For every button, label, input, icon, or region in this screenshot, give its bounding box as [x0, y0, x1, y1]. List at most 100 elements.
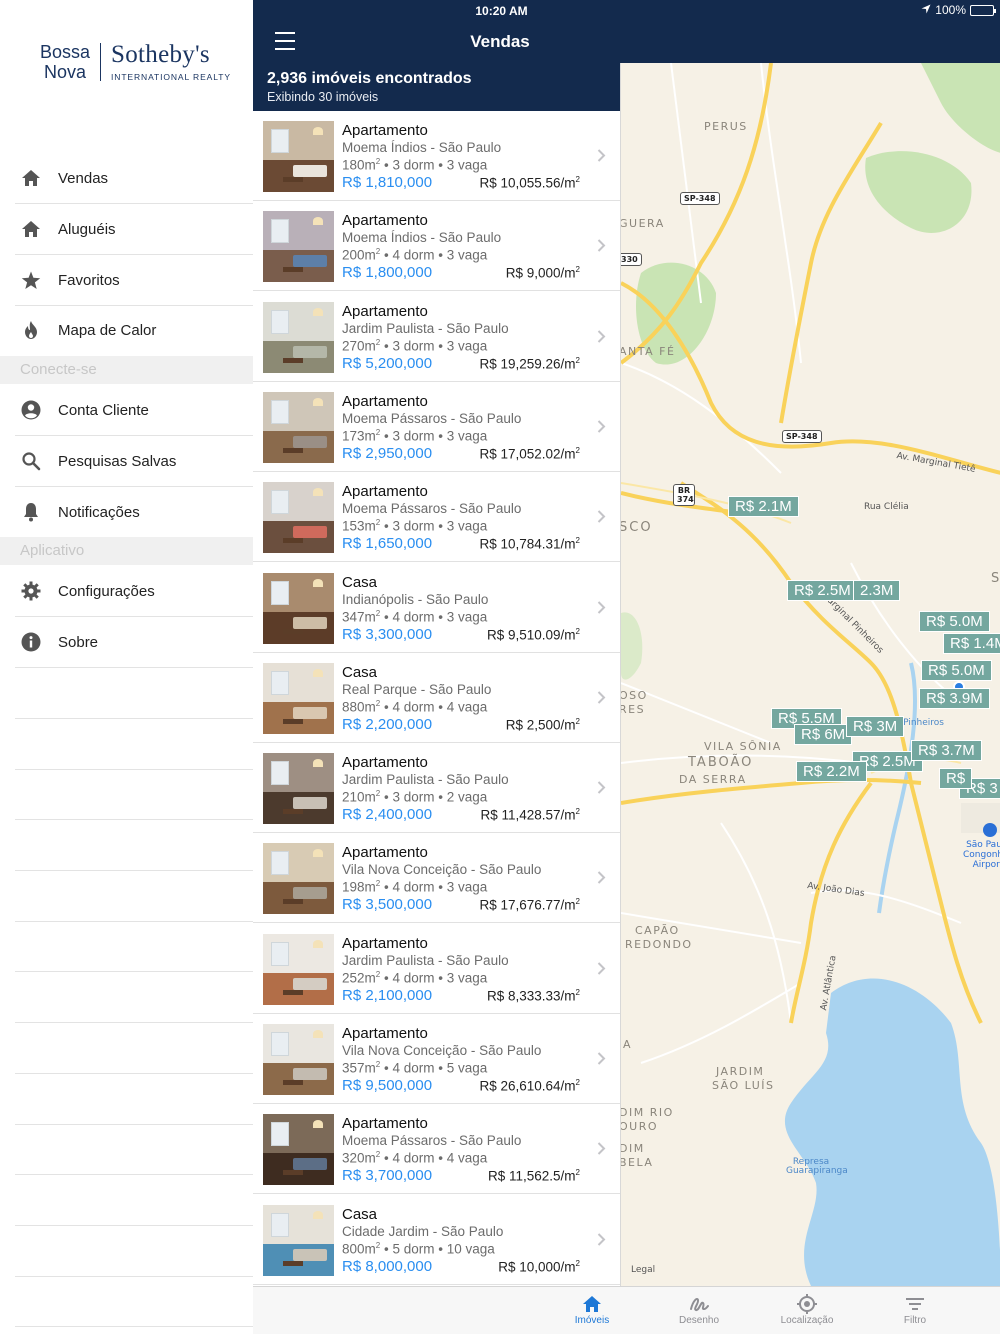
listing-row[interactable]: Apartamento Jardim Paulista - São Paulo 21…: [253, 743, 620, 834]
tab-imoveis[interactable]: Imóveis: [552, 1287, 632, 1334]
listing-photo: [263, 572, 334, 644]
listing-row[interactable]: Apartamento Moema Pássaros - São Paulo 320…: [253, 1104, 620, 1195]
map-price-pin[interactable]: R$ 3.7M: [911, 740, 982, 761]
hamburger-menu-icon[interactable]: [275, 32, 295, 50]
listing-area: 270m: [342, 338, 376, 354]
results-count: 2,936 imóveis encontrados: [267, 70, 472, 87]
listing-area: 200m: [342, 247, 376, 263]
listing-price-per-m2-value: R$ 10,055.56/m: [479, 175, 576, 191]
divider: [15, 971, 253, 972]
listing-area: 252m: [342, 970, 376, 986]
sidebar-item-favoritos[interactable]: Favoritos: [0, 255, 253, 305]
tab-filtro[interactable]: Filtro: [875, 1287, 955, 1334]
map-legal-link[interactable]: Legal: [631, 1265, 655, 1275]
listing-price-per-m2: R$ 8,333.33/m2: [486, 987, 580, 1004]
map-price-pin[interactable]: R$ 6M: [794, 724, 853, 745]
listing-row[interactable]: Apartamento Jardim Paulista - São Paulo 27…: [253, 292, 620, 382]
listing-specs: 173m2 • 3 dorm • 3 vaga: [342, 427, 488, 444]
highway-shield: 330: [621, 253, 642, 266]
listing-price-per-m2: R$ 26,610.64/m2: [479, 1078, 580, 1094]
listing-parking: 3 vaga: [446, 970, 488, 986]
listing-parking: 3 vaga: [446, 609, 488, 624]
map-price-pin[interactable]: R$ 3.9M: [919, 688, 990, 709]
map-price-pin[interactable]: R$: [939, 768, 973, 789]
listing-row[interactable]: Apartamento Jardim Paulista - São Paulo 25…: [253, 924, 620, 1014]
map-price-pin[interactable]: R$ 5.0M: [921, 660, 992, 681]
listing-price: R$ 1,810,000: [342, 174, 433, 191]
sidebar-item-vendas[interactable]: Vendas: [0, 153, 253, 203]
sidebar-item-alugueis[interactable]: Aluguéis: [0, 204, 253, 254]
map-view[interactable]: PERUS GUERA ANTA FÉ SCO OSO RES VILA SÔN…: [620, 63, 1000, 1286]
listing-specs: 180m2 • 3 dorm • 3 vaga: [342, 157, 488, 173]
listing-list[interactable]: Apartamento Moema Índios - São Paulo 180m2…: [253, 111, 620, 1286]
listing-photo: [263, 211, 334, 283]
listing-row[interactable]: Apartamento Moema Pássaros - São Paulo 153…: [253, 472, 620, 563]
listing-price-per-m2-value: R$ 9,000/m: [505, 265, 576, 281]
sidebar-item-conta-cliente[interactable]: Conta Cliente: [0, 385, 253, 435]
tab-localizacao[interactable]: Localização: [767, 1287, 847, 1334]
listing-row[interactable]: Casa Real Parque - São Paulo 880m2 • 4 dor…: [253, 653, 620, 743]
brand-name: Sotheby's: [111, 41, 210, 68]
chevron-right-icon: [597, 1142, 606, 1156]
map-price-pin[interactable]: R$ 5.0M: [919, 611, 990, 632]
listing-price-per-m2: R$ 17,676.77/m2: [479, 897, 580, 913]
tab-desenho[interactable]: Desenho: [659, 1287, 739, 1334]
listing-area: 320m: [342, 1150, 376, 1166]
listing-row[interactable]: Casa Indianópolis - São Paulo 347m2 • 4 do…: [253, 563, 620, 653]
listing-price-per-m2: R$ 19,259.26/m2: [479, 355, 580, 372]
map-area-label: TABOÃO: [688, 755, 754, 770]
listing-photo: [263, 933, 334, 1005]
listing-parking: 2 vaga: [446, 789, 488, 805]
listing-price-per-m2-value: R$ 19,259.26/m: [479, 356, 576, 372]
listing-price: R$ 3,500,000: [342, 896, 433, 914]
listing-specs: 800m2 • 5 dorm • 10 vaga: [342, 1240, 495, 1257]
map-road-label: Rua Clélia: [864, 502, 909, 512]
map-price-pin[interactable]: 2.3M: [853, 580, 901, 601]
bell-icon: [20, 501, 42, 523]
divider: [15, 870, 253, 871]
listing-price-per-m2-value: R$ 8,333.33/m: [486, 988, 576, 1004]
listing-price: R$ 3,300,000: [342, 625, 433, 643]
listing-row[interactable]: Casa Cidade Jardim - São Paulo 800m2 • 5 d…: [253, 1195, 620, 1285]
map-area-label: S: [991, 571, 1000, 586]
section-header-app: Aplicativo: [0, 537, 253, 565]
listing-type: Apartamento: [342, 483, 428, 501]
listing-price-per-m2-value: R$ 2,500/m: [505, 717, 576, 733]
listing-area: 173m: [342, 428, 376, 444]
listing-row[interactable]: Apartamento Moema Índios - São Paulo 200m2…: [253, 201, 620, 292]
listing-row[interactable]: Apartamento Vila Nova Conceição - São Pau…: [253, 1014, 620, 1104]
listing-row[interactable]: Apartamento Moema Índios - São Paulo 180m2…: [253, 111, 620, 201]
status-time: 10:20 AM: [475, 4, 528, 18]
listing-location: Jardim Paulista - São Paulo: [342, 952, 509, 968]
map-price-pin[interactable]: R$ 2.2M: [796, 761, 867, 782]
listing-price-per-m2-value: R$ 11,562.5/m: [487, 1168, 576, 1184]
highway-shield: BR 374: [673, 484, 695, 506]
listing-beds: 3 dorm: [392, 157, 435, 173]
chevron-right-icon: [597, 239, 606, 253]
listing-beds: 4 dorm: [392, 1060, 435, 1076]
sidebar-item-pesquisas-salvas[interactable]: Pesquisas Salvas: [0, 436, 253, 486]
listing-row[interactable]: Apartamento Vila Nova Conceição - São Pau…: [253, 833, 620, 924]
listing-beds: 3 dorm: [392, 428, 435, 444]
sidebar-item-configuracoes[interactable]: Configurações: [0, 566, 253, 616]
listing-parking: 3 vaga: [446, 879, 488, 895]
sidebar-item-notificacoes[interactable]: Notificações: [0, 487, 253, 537]
sidebar-item-label: Notificações: [58, 503, 140, 521]
map-price-pin[interactable]: R$ 3M: [846, 716, 905, 737]
listing-location: Indianópolis - São Paulo: [342, 591, 489, 607]
map-price-pin[interactable]: R$ 2.1M: [728, 496, 799, 517]
sidebar-item-sobre[interactable]: Sobre: [0, 617, 253, 667]
map-price-pin[interactable]: R$ 1.4M: [943, 633, 1000, 654]
listing-specs: 153m2 • 3 dorm • 3 vaga: [342, 518, 488, 534]
listing-beds: 3 dorm: [392, 789, 435, 805]
brand-sothebys: Sotheby's INTERNATIONAL REALTY: [111, 41, 231, 83]
listing-parking: 3 vaga: [446, 338, 488, 354]
battery-icon: [970, 4, 996, 16]
chevron-right-icon: [597, 600, 606, 614]
map-area-label: SÃO LUÍS: [712, 1079, 775, 1092]
sidebar-item-mapa-de-calor[interactable]: Mapa de Calor: [0, 305, 253, 355]
listing-type: Apartamento: [342, 1025, 428, 1042]
tab-label: Desenho: [678, 1315, 720, 1326]
map-price-pin[interactable]: R$ 2.5M: [787, 580, 858, 601]
listing-row[interactable]: Apartamento Moema Pássaros - São Paulo 173…: [253, 382, 620, 472]
